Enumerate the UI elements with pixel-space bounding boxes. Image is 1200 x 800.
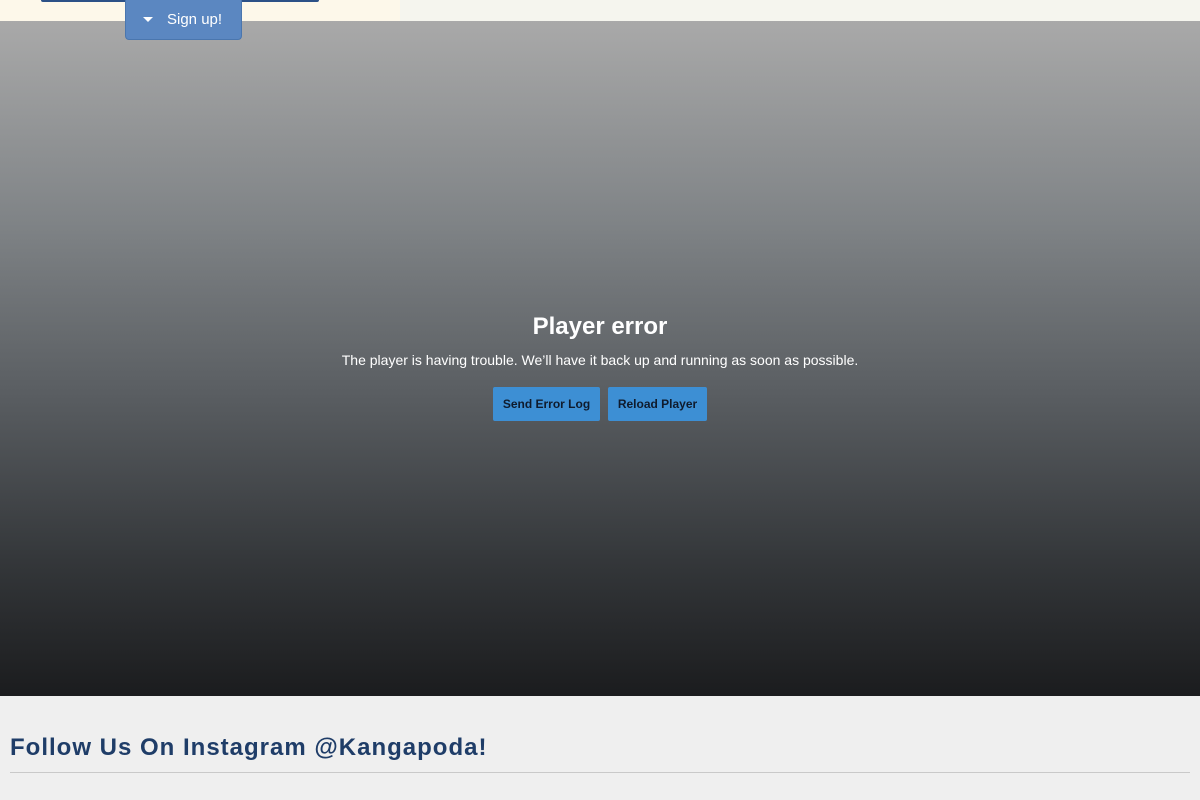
reload-player-button[interactable]: Reload Player [608, 387, 707, 421]
caret-down-icon [143, 17, 153, 22]
video-player: Player error The player is having troubl… [0, 21, 1200, 696]
player-error-title: Player error [532, 313, 668, 340]
player-error-message: The player is having trouble. We’ll have… [341, 352, 859, 368]
section-divider [10, 772, 1190, 773]
send-error-log-button[interactable]: Send Error Log [493, 387, 600, 421]
signup-label: Sign up! [167, 11, 223, 28]
signup-button[interactable]: Sign up! [125, 0, 242, 40]
instagram-section: Follow Us On Instagram @Kangapoda! [0, 696, 1200, 800]
player-error-actions: Send Error Log Reload Player [0, 387, 1200, 421]
instagram-heading: Follow Us On Instagram @Kangapoda! [10, 734, 488, 761]
